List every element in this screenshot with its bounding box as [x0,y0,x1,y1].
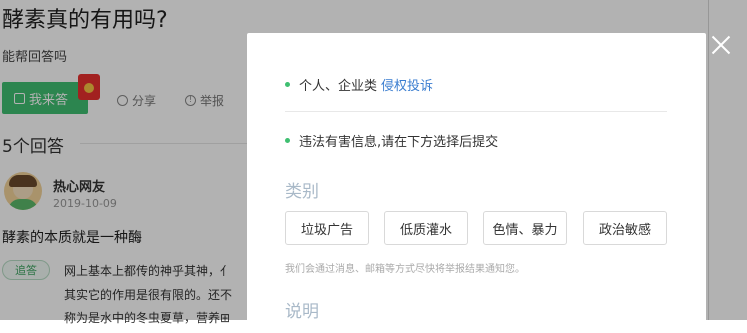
category-low-quality[interactable]: 低质灌水 [384,211,468,245]
report-notice: 我们会通过消息、邮箱等方式尽快将举报结果通知您。 [285,264,525,275]
category-political[interactable]: 政治敏感 [583,211,667,245]
modal-divider [285,111,667,112]
infringement-text: 个人、企业类 [299,79,378,94]
category-spam-ads[interactable]: 垃圾广告 [285,211,369,245]
description-title: 说明 [285,302,319,322]
harmful-text: 违法有害信息,请在下方选择后提交 [299,135,499,150]
report-option-harmful: 违法有害信息,请在下方选择后提交 [285,131,498,150]
close-icon[interactable] [710,34,732,56]
bullet-dot [285,138,290,143]
category-title: 类别 [285,182,319,202]
bullet-dot [285,82,290,87]
report-option-infringement: 个人、企业类 侵权投诉 [285,75,433,94]
report-modal: 个人、企业类 侵权投诉 违法有害信息,请在下方选择后提交 类别 垃圾广告 低质灌… [247,33,706,333]
category-porn-violence[interactable]: 色情、暴力 [483,211,567,245]
infringement-complaint-link[interactable]: 侵权投诉 [381,75,433,94]
